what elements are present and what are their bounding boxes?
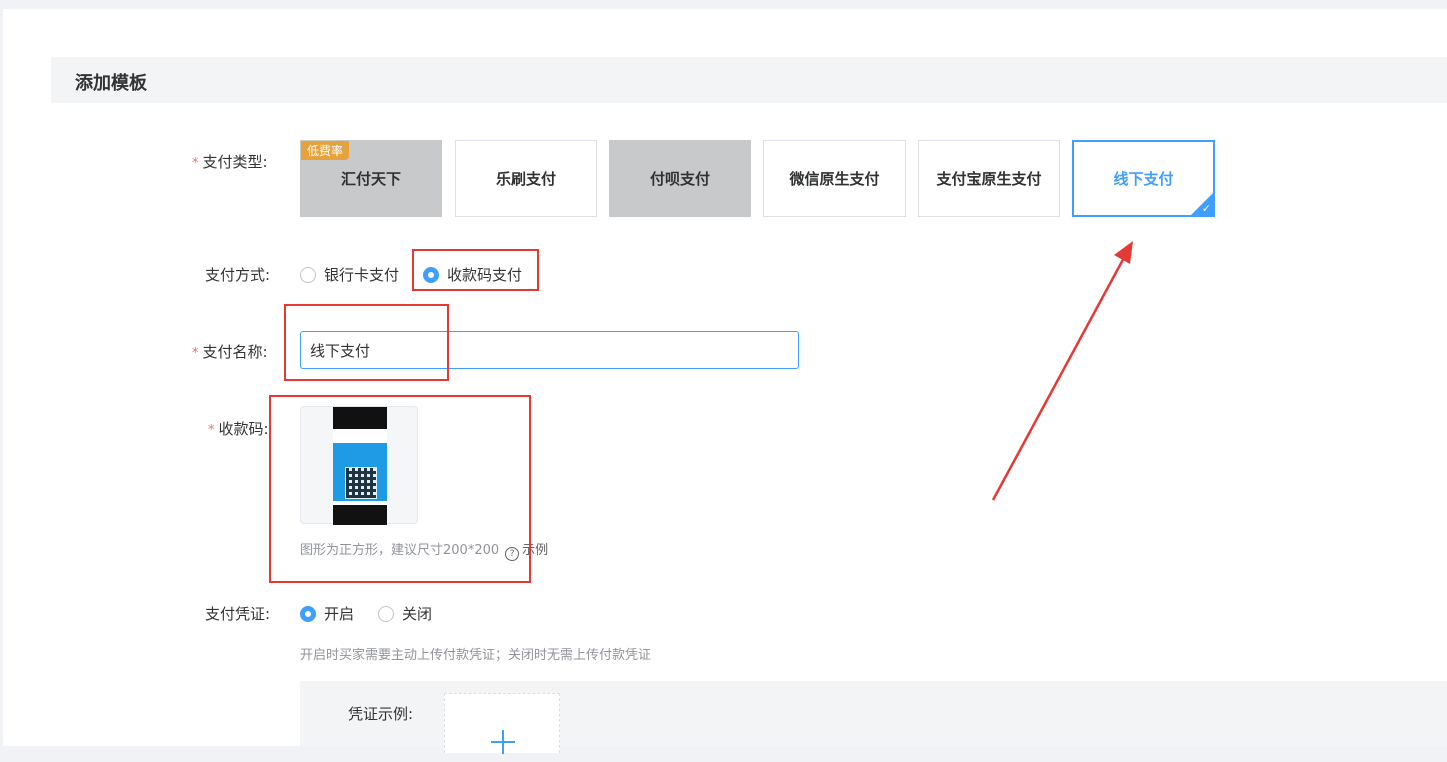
pay-option-fubei[interactable]: 付呗支付 <box>609 140 751 217</box>
annotation-box-pay-name <box>284 304 449 381</box>
page-card <box>3 9 1447 746</box>
required-asterisk: * <box>192 156 199 171</box>
pay-option-label: 付呗支付 <box>649 170 710 188</box>
voucher-sample-panel: 凭证示例: <box>300 681 1447 754</box>
pay-option-label: 线下支付 <box>1113 170 1174 188</box>
pay-name-label: * 支付名称: <box>192 343 268 361</box>
annotation-box-qr-method <box>412 249 539 291</box>
pay-option-label: 汇付天下 <box>340 170 401 188</box>
radio-checked-icon[interactable] <box>300 605 316 622</box>
voucher-label: 支付凭证: <box>205 605 271 623</box>
radio-circle-icon[interactable] <box>378 605 395 622</box>
pay-method-label: 支付方式: <box>205 266 271 284</box>
qr-code-label: * 收款码: <box>208 420 269 438</box>
pay-type-label: * 支付类型: <box>192 153 268 171</box>
voucher-hint: 开启时买家需要主动上传付款凭证；关闭时无需上传付款凭证 <box>300 648 652 663</box>
check-icon: ✓ <box>1201 202 1211 215</box>
radio-bank-card[interactable]: 银行卡支付 <box>300 264 399 285</box>
required-asterisk: * <box>208 423 215 438</box>
voucher-radio-group: 开启 关闭 <box>300 603 456 624</box>
plus-icon <box>487 730 519 762</box>
section-header: 添加模板 <box>51 57 1447 103</box>
radio-voucher-on[interactable]: 开启 <box>300 603 354 624</box>
radio-voucher-off[interactable]: 关闭 <box>378 603 432 624</box>
low-fee-badge: 低费率 <box>301 141 350 160</box>
pay-option-huifu[interactable]: 低费率 汇付天下 <box>300 140 442 217</box>
pay-option-offline[interactable]: 线下支付 ✓ <box>1072 140 1215 217</box>
voucher-sample-label: 凭证示例: <box>348 705 414 723</box>
page-title: 添加模板 <box>75 73 147 94</box>
pay-option-leshua[interactable]: 乐刷支付 <box>455 140 597 217</box>
pay-option-alipay[interactable]: 支付宝原生支付 <box>918 140 1060 217</box>
pay-option-wechat[interactable]: 微信原生支付 <box>763 140 906 217</box>
radio-circle-icon[interactable] <box>300 266 316 283</box>
pay-option-label: 乐刷支付 <box>495 170 556 188</box>
annotation-box-qr-code <box>269 395 531 583</box>
pay-option-label: 微信原生支付 <box>789 170 880 188</box>
required-asterisk: * <box>192 346 199 361</box>
pay-option-label: 支付宝原生支付 <box>936 170 1042 188</box>
voucher-sample-upload[interactable] <box>444 693 560 754</box>
